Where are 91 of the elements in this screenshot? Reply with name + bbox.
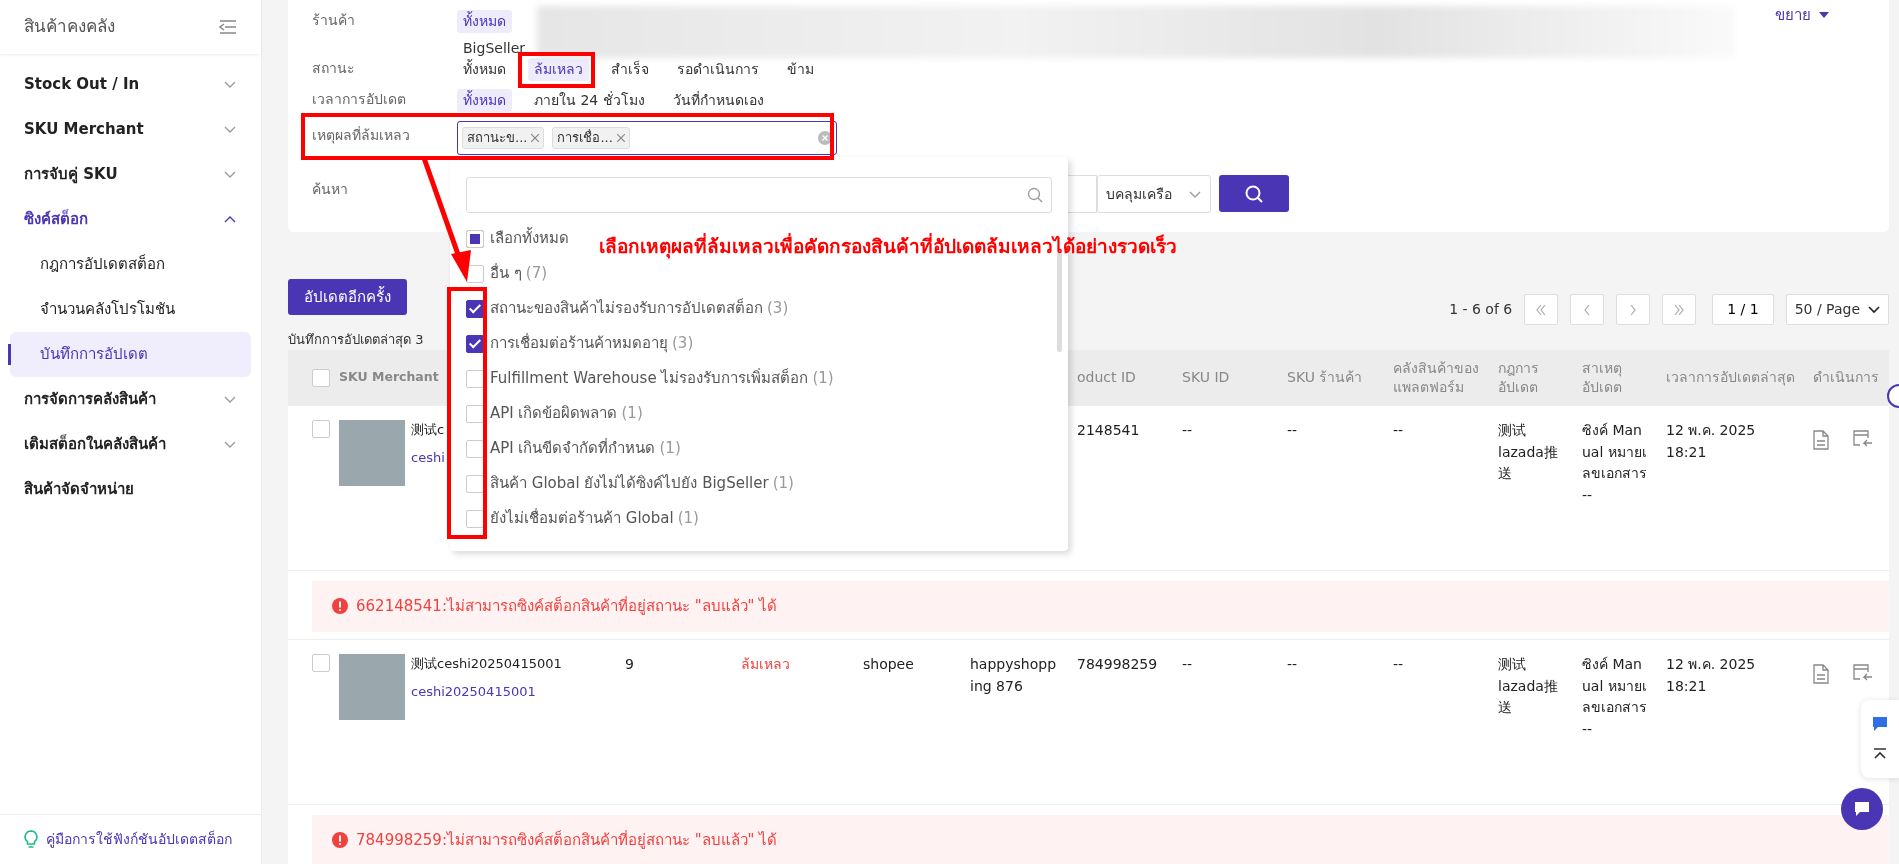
- search-button[interactable]: [1219, 175, 1289, 212]
- photo-placeholder: [339, 654, 405, 720]
- error-icon: [332, 832, 348, 849]
- filter-label: ร้านค้า: [312, 11, 356, 30]
- product-name: 测试c: [411, 421, 445, 439]
- product-name: 测试ceshi20250415001: [411, 655, 562, 673]
- row-checkbox[interactable]: [312, 420, 330, 438]
- dropdown-option[interactable]: ยังไม่เชื่อมต่อร้านค้า Global (1): [466, 501, 699, 536]
- option-count: (3): [767, 298, 789, 320]
- dropdown-option[interactable]: Fulfillment Warehouse ไม่รองรับการเพิ่มสต็อก (1): [466, 361, 834, 396]
- option-count: (1): [659, 438, 681, 460]
- column-header: SKU ID: [1182, 368, 1230, 387]
- filter-option[interactable]: ข้าม: [781, 58, 820, 81]
- expand-link[interactable]: ขยาย: [1775, 4, 1829, 27]
- checkbox[interactable]: [466, 334, 484, 353]
- annotation-text: เลือกเหตุผลที่ล้มเหลวเพื่อคัดกรองสินค้าที่อัปเดตล้มเหลวได้อย่างรวดเร็ว: [599, 232, 1177, 261]
- search-mode-select[interactable]: บคลุมเครือ: [1097, 175, 1211, 213]
- filter-option[interactable]: ภายใน 24 ชั่วโมง: [528, 89, 651, 112]
- page-number-field[interactable]: 1 / 1: [1712, 294, 1774, 325]
- column-header: คลังสินค้าของแพลตฟอร์ม: [1393, 359, 1480, 396]
- dropdown-search-field[interactable]: [466, 177, 1052, 213]
- error-message: 784998259:ไม่สามารถซิงค์สต็อกสินค้าที่อยู่สถานะ "ลบแล้ว" ได้: [356, 829, 778, 851]
- chat-bubble-icon: [1853, 801, 1871, 817]
- column-header: เวลาการอัปเดตล่าสุด: [1666, 368, 1795, 387]
- option-count: (1): [677, 508, 699, 530]
- filter-label: เหตุผลที่ล้มเหลว: [312, 125, 411, 146]
- message-icon[interactable]: [1872, 716, 1888, 732]
- filter-option[interactable]: ทั้งหมด: [457, 89, 512, 112]
- caret-down-icon: [1819, 12, 1829, 19]
- option-count: (1): [621, 403, 643, 425]
- search-icon: [1027, 187, 1043, 203]
- column-header: กฎการอัปเดต: [1498, 359, 1540, 396]
- select-all-checkbox[interactable]: [466, 229, 484, 248]
- page-size-select[interactable]: 50 / Page: [1785, 294, 1889, 325]
- sidebar-subitem[interactable]: บันทึกการอัปเดต: [10, 332, 251, 377]
- sidebar-subitem[interactable]: จำนวนคลังโปรโมชัน: [10, 287, 251, 332]
- option-count: (1): [812, 368, 834, 390]
- photo-placeholder: [339, 420, 405, 486]
- document-icon[interactable]: [1813, 430, 1829, 450]
- column-header: SKU ร้านค้า: [1287, 368, 1363, 387]
- sku-link[interactable]: ceshi: [411, 448, 445, 469]
- error-icon: [332, 598, 348, 615]
- option-count: (1): [772, 473, 794, 495]
- option-count: (3): [672, 333, 694, 355]
- filter-option[interactable]: ทั้งหมด: [457, 58, 512, 81]
- filter-option[interactable]: รอดำเนินการ: [671, 58, 765, 81]
- column-header: ดำเนินการ: [1813, 368, 1879, 387]
- page-range-text: 1 - 6 of 6: [1449, 300, 1513, 319]
- sidebar-item[interactable]: เติมสต็อกในคลังสินค้า: [0, 422, 261, 467]
- reason-select-field[interactable]: สถานะข... การเชื่อ...: [457, 121, 837, 155]
- column-header: SKU Merchant: [339, 369, 439, 386]
- filter-option[interactable]: สำเร็จ: [605, 58, 655, 81]
- dropdown-option[interactable]: API เกิดข้อผิดพลาด (1): [466, 396, 643, 431]
- dropdown-option[interactable]: API เกินขีดจำกัดที่กำหนด (1): [466, 431, 681, 466]
- row-checkbox[interactable]: [312, 654, 330, 672]
- close-icon[interactable]: [531, 134, 540, 142]
- option-count: (7): [525, 263, 548, 285]
- select-all-checkbox[interactable]: [312, 368, 330, 387]
- last-update-text: บันทึกการอัปเดตล่าสุด 3: [288, 332, 424, 347]
- filter-option[interactable]: วันที่กำหนดเอง: [666, 89, 770, 112]
- sidebar-subitem[interactable]: กฎการอัปเดตสต็อก: [10, 242, 251, 287]
- filter-option[interactable]: ทั้งหมด: [457, 10, 512, 33]
- update-again-button[interactable]: อัปเดตอีกครั้ง: [288, 279, 407, 315]
- dropdown-option[interactable]: สินค้า Global ยังไม่ได้ซิงค์ไปยัง BigSeller (1): [466, 466, 794, 501]
- help-link[interactable]: คู่มือการใช้ฟังก์ชันอัปเดตสต็อก: [46, 829, 232, 850]
- close-icon[interactable]: [616, 134, 625, 142]
- sidebar-title: สินค้าคงคลัง: [24, 15, 115, 39]
- search-icon: [1244, 183, 1264, 204]
- filter-label: เวลาการอัปเดต: [312, 90, 407, 109]
- selected-tag[interactable]: การเชื่อ...: [552, 127, 630, 149]
- filter-option[interactable]: BigSeller: [457, 37, 532, 60]
- filter-option[interactable]: ล้มเหลว: [528, 58, 589, 81]
- collapse-menu-icon[interactable]: [219, 20, 237, 34]
- lightbulb-icon: [24, 829, 38, 850]
- filter-label: ค้นหา: [312, 180, 349, 199]
- sidebar-item[interactable]: สินค้าจัดจำหน่าย: [0, 467, 261, 512]
- sidebar-item[interactable]: การจับคู่ SKU: [0, 152, 261, 197]
- filter-label: สถานะ: [312, 59, 356, 78]
- sidebar-item[interactable]: Stock Out / In: [0, 62, 261, 107]
- chevron-icon: [1868, 305, 1880, 314]
- selected-tag[interactable]: สถานะข...: [462, 127, 545, 149]
- column-header: oduct ID: [1077, 368, 1136, 387]
- sidebar-item[interactable]: การจัดการคลังสินค้า: [0, 377, 261, 422]
- column-header: สาเหตุอัปเดต: [1582, 359, 1623, 396]
- error-message: 662148541:ไม่สามารถซิงค์สต็อกสินค้าที่อยู่สถานะ "ลบแล้ว" ได้: [356, 595, 778, 617]
- sidebar-item[interactable]: SKU Merchant: [0, 107, 261, 152]
- sku-link[interactable]: ceshi20250415001: [411, 682, 562, 703]
- dropdown-option[interactable]: เลือกทั้งหมด: [466, 221, 569, 256]
- document-icon[interactable]: [1813, 664, 1829, 684]
- checkbox[interactable]: [466, 299, 484, 318]
- sidebar-item[interactable]: ซิงค์สต็อก: [0, 197, 261, 242]
